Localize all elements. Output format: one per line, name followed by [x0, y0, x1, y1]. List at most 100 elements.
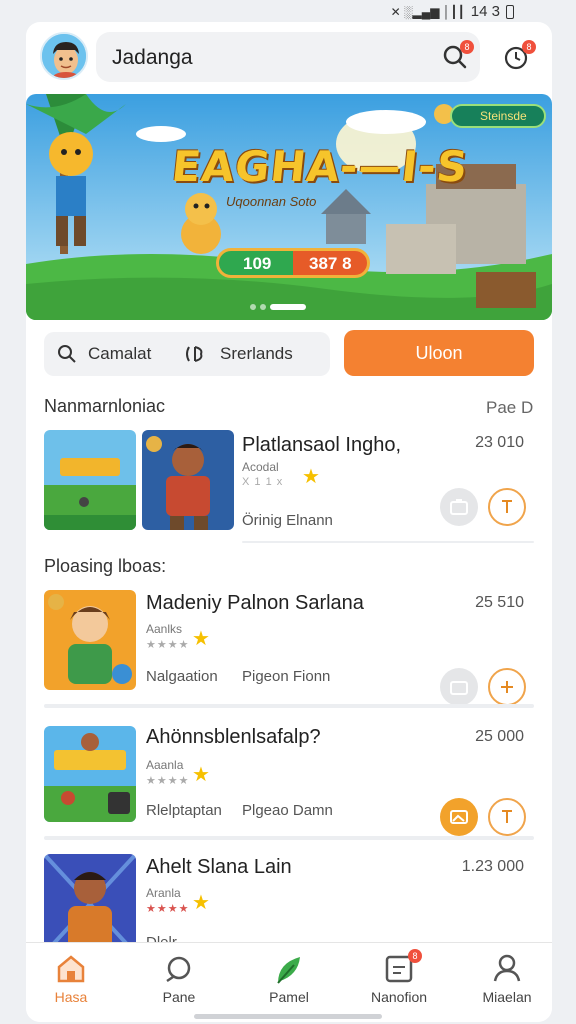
bottom-tab-bar: Hasa Pane Pamel 8 Nanofion Miaelan [26, 942, 552, 1022]
notifications-badge: 8 [408, 949, 422, 963]
sort-icon [186, 346, 203, 362]
rating-text: X 1 1 x [242, 476, 284, 488]
tab-games[interactable]: Pane [134, 953, 224, 1005]
game-art-image [44, 854, 136, 944]
rating-stars: ★★★★ [146, 775, 190, 787]
user-icon [493, 954, 521, 982]
banner-progress: 109 387 8 [216, 248, 370, 278]
avatar-icon [42, 34, 86, 78]
plus-icon [501, 681, 513, 693]
item-title: Platlansaol Ingho, [242, 434, 402, 456]
game-thumbnail [44, 430, 136, 530]
avatar[interactable] [40, 32, 88, 80]
search-value: Jadanga [112, 46, 193, 69]
tab-create[interactable]: Pamel [244, 953, 334, 1005]
item-subtitle-right: Pigeon Fionn [242, 668, 331, 685]
progress-left: 109 [243, 254, 272, 273]
search-input[interactable]: Jadanga 8 [96, 32, 480, 82]
signal-icon: ✕ ░▂▄▆ │┃┃ [390, 4, 465, 19]
media-button[interactable] [440, 668, 478, 706]
home-indicator[interactable] [194, 1014, 382, 1019]
item-price: 25 510 [475, 594, 524, 611]
timer-button[interactable] [488, 488, 526, 526]
primary-action-button[interactable]: Uloon [344, 330, 534, 376]
camera-icon [450, 499, 468, 515]
divider [44, 836, 534, 840]
list-item[interactable]: Ahelt Slana Lain 1.23 000 Aranla ★★★★ ★ … [44, 854, 534, 944]
section-title: Nanmarnloniac [44, 396, 166, 416]
star-icon: ★ [192, 892, 210, 914]
tab-notifications-label: Nanofion [370, 989, 428, 1005]
tab-profile-label: Miaelan [482, 989, 532, 1005]
history-button[interactable]: 8 [502, 40, 536, 74]
list-item[interactable]: Madeniy Palnon Sarlana 25 510 Aanlks ★★★… [44, 590, 534, 706]
see-all-link[interactable]: Pae D [486, 398, 533, 418]
list-item[interactable]: Platlansaol Ingho, 23 010 Acodal X 1 1 x… [44, 430, 534, 540]
home-icon [57, 955, 85, 983]
tab-create-label: Pamel [269, 989, 309, 1005]
carousel-dot[interactable] [250, 304, 256, 310]
app-window: Jadanga 8 8 EAGHA-—I-S Uqoonnan Soto Ste… [26, 22, 552, 1022]
star-icon: ★ [192, 628, 210, 650]
banner-subtitle: Uqoonnan Soto [226, 194, 317, 209]
item-category: Aaanla [146, 758, 184, 772]
feather-icon [277, 957, 300, 984]
media-icon [450, 681, 468, 695]
section-title: Ploasing lboas: [44, 556, 167, 576]
battery-icon [506, 4, 514, 19]
star-icon: ★ [192, 764, 210, 786]
item-price: 25 000 [475, 728, 524, 745]
timer-button[interactable] [488, 798, 526, 836]
star-icon: ★ [302, 466, 320, 488]
game-thumbnail [142, 430, 234, 530]
game-thumbnail [44, 726, 136, 822]
item-price: 1.23 000 [461, 858, 524, 875]
carousel-dot-active[interactable] [270, 304, 306, 310]
status-bar: ✕ ░▂▄▆ │┃┃ 14 3 [0, 0, 576, 24]
search-button[interactable]: 8 [440, 40, 474, 74]
game-art-image [142, 430, 234, 530]
banner-pill[interactable]: Steinsde [450, 104, 546, 128]
item-title: Madeniy Palnon Sarlana [146, 592, 364, 614]
tab-games-label: Pane [162, 989, 196, 1005]
history-badge: 8 [522, 40, 536, 54]
divider [242, 541, 534, 543]
item-subtitle: Örinig Elnann [242, 512, 333, 529]
item-title: Ahönnsblenlsafalp? [146, 726, 321, 748]
gamepad-icon [166, 956, 191, 983]
filter-chip-1[interactable]: Camalat [44, 332, 184, 376]
segmented-control: Camalat Srerlands [44, 332, 330, 376]
rating-stars: ★★★★ [146, 639, 190, 651]
game-art-image [44, 430, 136, 530]
camera-button[interactable] [440, 488, 478, 526]
item-price: 23 010 [475, 434, 524, 451]
item-subtitle-left: Nalgaation [146, 668, 218, 685]
carousel-dots[interactable] [250, 304, 306, 310]
item-category: Aanlks [146, 622, 183, 636]
battery-level: 14 3 [470, 3, 500, 20]
tab-home-label: Hasa [54, 989, 88, 1005]
add-button[interactable] [488, 668, 526, 706]
hero-banner[interactable]: EAGHA-—I-S Uqoonnan Soto Steinsde 109 38… [26, 94, 552, 320]
image-icon [450, 810, 468, 824]
item-subtitle-left: Rlelptaptan [146, 802, 222, 819]
carousel-dot[interactable] [260, 304, 266, 310]
banner-title: EAGHA-—I-S [169, 142, 471, 191]
tab-home[interactable]: Hasa [26, 953, 116, 1005]
filter-bar: Camalat Srerlands Uloon [26, 320, 552, 390]
timer-icon [502, 500, 512, 513]
notification-badge: 8 [460, 40, 474, 54]
game-art-image [44, 590, 136, 690]
rating-stars: ★★★★ [146, 903, 190, 915]
tab-notifications[interactable]: 8 Nanofion [354, 949, 444, 1005]
list-item[interactable]: Ahönnsblenlsafalp? 25 000 Aaanla ★★★★ ★ … [44, 726, 534, 836]
image-button[interactable] [440, 798, 478, 836]
header: Jadanga 8 8 [26, 22, 552, 94]
game-thumbnail [44, 854, 136, 944]
divider [44, 704, 534, 708]
tab-profile[interactable]: Miaelan [462, 953, 552, 1005]
item-title: Ahelt Slana Lain [146, 856, 292, 878]
filter-chip-2[interactable]: Srerlands [184, 332, 330, 376]
item-subtitle-right: Plgeao Damn [242, 802, 333, 819]
item-category: Acodal [242, 460, 279, 474]
